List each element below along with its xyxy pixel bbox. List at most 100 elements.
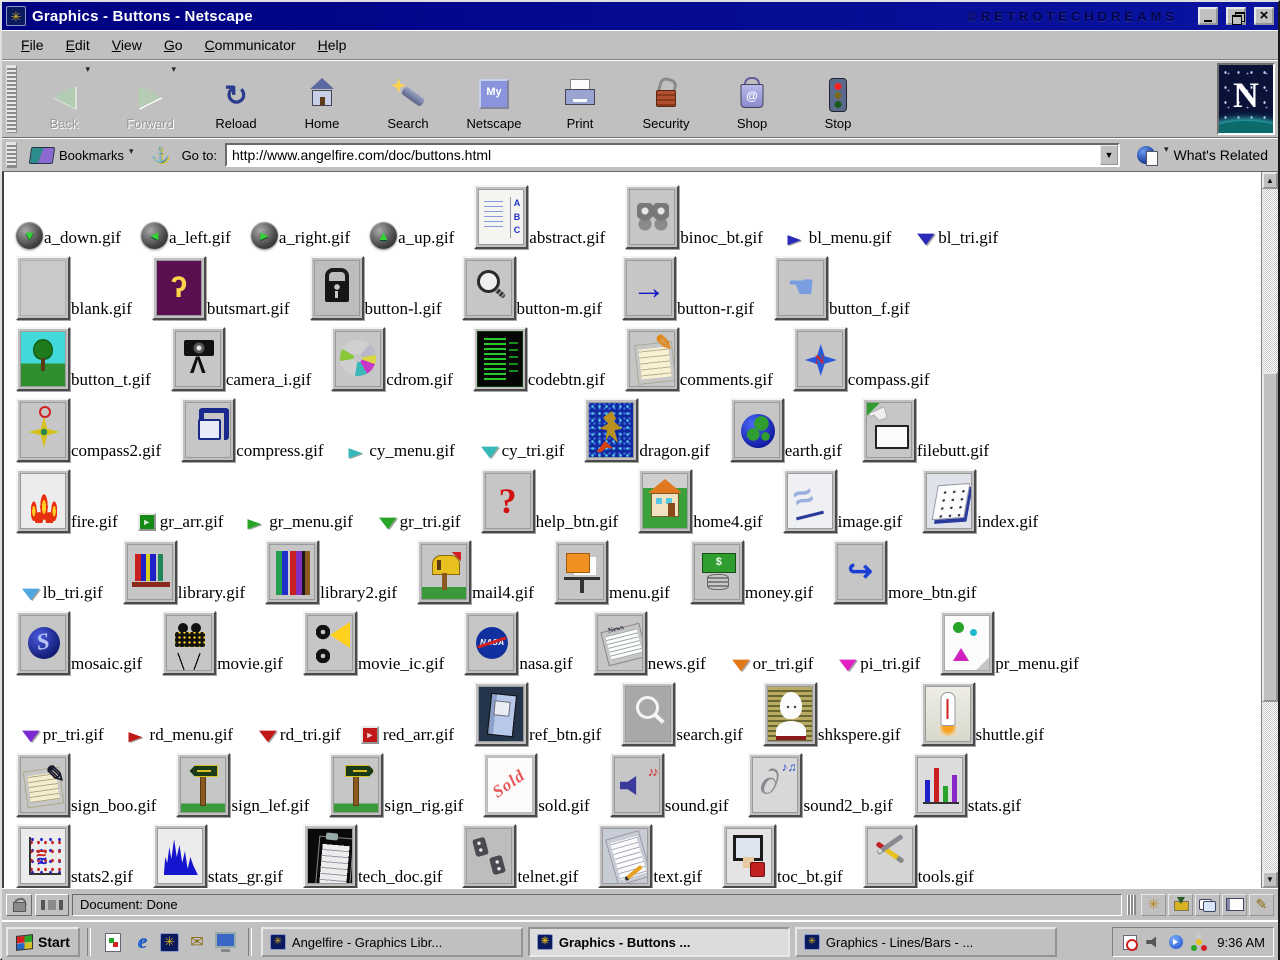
componentbar-grip[interactable] — [1127, 895, 1136, 915]
tray-scheduler-icon[interactable] — [1121, 934, 1138, 951]
gif-filename: button_f.gif — [829, 299, 910, 319]
gif-item: ▼lb_tri.gif — [16, 583, 103, 604]
discussions-icon[interactable] — [1195, 894, 1220, 916]
url-input[interactable] — [227, 145, 1100, 165]
toolbar-grip[interactable] — [6, 65, 17, 133]
gif-item: earth.gif — [730, 398, 842, 462]
button-m-art — [466, 260, 512, 316]
netscape-n-logo[interactable] — [1217, 63, 1275, 135]
toolbar-button-forward[interactable]: ▾Forward — [107, 63, 193, 135]
binoc-bt-gif-icon — [625, 185, 679, 249]
security-indicator[interactable] — [6, 894, 32, 916]
menu-help[interactable]: Help — [307, 32, 358, 58]
sign-rig-art — [333, 757, 379, 813]
library-art — [127, 544, 173, 600]
connection-indicator[interactable] — [35, 894, 69, 916]
restore-button[interactable] — [1226, 7, 1246, 25]
tray-volume-icon[interactable] — [1144, 934, 1161, 951]
gif-item: ↪more_btn.gif — [833, 540, 976, 604]
gif-item: text.gif — [598, 824, 702, 888]
close-button[interactable] — [1254, 7, 1274, 25]
toolbar-button-stop[interactable]: Stop — [795, 63, 881, 135]
gif-item: sign_rig.gif — [329, 753, 463, 817]
menu-art — [558, 544, 604, 600]
abstract-art — [478, 189, 524, 245]
address-book-icon[interactable] — [1222, 894, 1247, 916]
quicklaunch-internet-explorer-icon[interactable] — [131, 931, 153, 953]
toolbar-button-label: Stop — [825, 116, 852, 131]
gif-filename: lb_tri.gif — [43, 583, 103, 603]
start-button[interactable]: Start — [6, 927, 80, 957]
taskbar-task-angelfire-graphics-libr-[interactable]: Angelfire - Graphics Libr... — [261, 927, 523, 957]
location-icon[interactable] — [151, 145, 171, 165]
menu-view[interactable]: View — [101, 32, 153, 58]
component-bar — [1141, 894, 1274, 916]
composer-icon[interactable] — [1249, 894, 1274, 916]
toolbar-button-back[interactable]: ▾Back — [21, 63, 107, 135]
menu-communicator[interactable]: Communicator — [194, 32, 307, 58]
scrollbar-track[interactable] — [1262, 189, 1278, 871]
scrollbar-up-button[interactable]: ▲ — [1262, 172, 1278, 189]
compass-art — [797, 331, 843, 387]
scrollbar-down-button[interactable]: ▼ — [1262, 871, 1278, 888]
or-tri-gif-icon: ▼ — [726, 658, 756, 673]
toolbar-button-print[interactable]: Print — [537, 63, 623, 135]
netscape-window: Graphics - Buttons - Netscape ©RETROTECH… — [0, 0, 1280, 960]
toolbar-button-label: Search — [387, 116, 428, 131]
taskbar-clock[interactable]: 9:36 AM — [1217, 935, 1265, 950]
button-t-gif-icon — [16, 327, 70, 391]
sold-art — [487, 757, 533, 813]
gif-row: stats2.gifstats_gr.giftech_doc.giftelnet… — [10, 817, 1261, 888]
gif-item: menu.gif — [554, 540, 670, 604]
tray-buddy-icon[interactable] — [1190, 934, 1207, 951]
gif-item: search.gif — [621, 682, 743, 746]
gif-filename: button-l.gif — [365, 299, 442, 319]
sign-boo-gif-icon — [16, 753, 70, 817]
search-art — [625, 686, 671, 742]
bookmarks-button[interactable]: Bookmarks ▾ — [26, 145, 138, 166]
gif-item: ʔbutsmart.gif — [152, 256, 290, 320]
gif-item: stats.gif — [913, 753, 1021, 817]
page-canvas: ▼a_down.gif◄a_left.gif►a_right.gif▲a_up.… — [4, 172, 1261, 888]
gif-item: movie.gif — [162, 611, 283, 675]
toolbar-button-security[interactable]: Security — [623, 63, 709, 135]
toolbar-button-shop[interactable]: Shop — [709, 63, 795, 135]
gif-item: abstract.gif — [474, 185, 605, 249]
gif-item: sound.gif — [610, 753, 729, 817]
locationbar-grip[interactable] — [6, 142, 17, 168]
toolbar-button-search[interactable]: Search — [365, 63, 451, 135]
gif-filename: cy_tri.gif — [502, 441, 565, 461]
menu-go[interactable]: Go — [153, 32, 194, 58]
url-dropdown-button[interactable]: ▼ — [1100, 145, 1118, 165]
vertical-scrollbar[interactable]: ▲ ▼ — [1261, 172, 1278, 888]
tray-player-icon[interactable] — [1167, 934, 1184, 951]
scrollbar-thumb[interactable] — [1262, 372, 1278, 702]
minimize-button[interactable] — [1198, 7, 1218, 25]
gif-item: telnet.gif — [462, 824, 578, 888]
gif-item: ▼pr_tri.gif — [16, 725, 104, 746]
netscape-spider-icon[interactable] — [6, 6, 26, 26]
menu-edit[interactable]: Edit — [55, 32, 101, 58]
whats-related-button[interactable]: ▾ What's Related — [1125, 144, 1270, 166]
taskbar-divider — [87, 928, 91, 956]
gif-item: stats_gr.gif — [153, 824, 283, 888]
button-l-gif-icon — [310, 256, 364, 320]
toolbar-button-reload[interactable]: Reload — [193, 63, 279, 135]
quicklaunch-netscape-icon[interactable] — [160, 933, 179, 952]
sound-art — [614, 757, 660, 813]
quicklaunch-mail-icon[interactable] — [186, 931, 208, 953]
gif-item: movie_ic.gif — [303, 611, 444, 675]
navigator-icon[interactable] — [1141, 894, 1166, 916]
quicklaunch-show-desktop-icon[interactable] — [215, 931, 237, 953]
toolbar-button-netscape[interactable]: Netscape — [451, 63, 537, 135]
gif-item: filebutt.gif — [862, 398, 989, 462]
toolbar-button-home[interactable]: Home — [279, 63, 365, 135]
inbox-icon[interactable] — [1168, 894, 1193, 916]
gif-row: fire.gif►gr_arr.gif►gr_menu.gif▼gr_tri.g… — [10, 462, 1261, 533]
gif-filename: text.gif — [653, 867, 702, 887]
taskbar-task-graphics-buttons-[interactable]: Graphics - Buttons ... — [528, 927, 790, 957]
menu-file[interactable]: File — [10, 32, 55, 58]
gif-item: button-m.gif — [462, 256, 602, 320]
quicklaunch-document-icon[interactable] — [102, 931, 124, 953]
taskbar-task-graphics-lines-bars-[interactable]: Graphics - Lines/Bars - ... — [795, 927, 1057, 957]
